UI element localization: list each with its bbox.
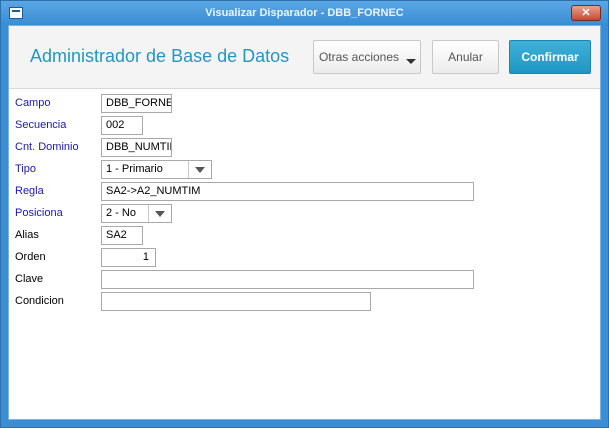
other-actions-button[interactable]: Otras acciones — [313, 40, 421, 74]
regla-label: Regla — [15, 185, 44, 197]
posiciona-select[interactable]: 2 - No — [101, 204, 172, 223]
posiciona-value: 2 - No — [106, 207, 136, 219]
condicion-field[interactable] — [101, 292, 371, 311]
cnt-dominio-field[interactable]: DBB_NUMTIM — [101, 138, 172, 157]
posiciona-label: Posiciona — [15, 207, 63, 219]
alias-label: Alias — [15, 229, 39, 241]
condicion-label: Condicion — [15, 295, 64, 307]
campo-field[interactable]: DBB_FORNEC — [101, 94, 172, 113]
orden-label: Orden — [15, 251, 46, 263]
cancel-button[interactable]: Anular — [432, 40, 499, 74]
tipo-select[interactable]: 1 - Primario — [101, 160, 212, 179]
close-button[interactable]: ✕ — [571, 5, 601, 21]
other-actions-label: Otras acciones — [318, 50, 400, 64]
orden-field[interactable]: 1 — [101, 248, 156, 267]
campo-label: Campo — [15, 97, 51, 109]
secuencia-field[interactable]: 002 — [101, 116, 143, 135]
clave-field[interactable] — [101, 270, 474, 289]
header-bar: Administrador de Base de Datos Otras acc… — [9, 26, 600, 89]
title-bar[interactable]: Visualizar Disparador - DBB_FORNEC ✕ — [1, 1, 608, 25]
clave-label: Clave — [15, 273, 44, 285]
alias-field[interactable]: SA2 — [101, 226, 143, 245]
regla-field[interactable]: SA2->A2_NUMTIM — [101, 182, 474, 201]
trigger-form: Campo DBB_FORNEC Secuencia 002 Cnt. Domi… — [9, 88, 600, 419]
chevron-down-icon[interactable] — [148, 205, 171, 222]
dialog-window: Visualizar Disparador - DBB_FORNEC ✕ Adm… — [0, 0, 609, 428]
caret-down-icon — [406, 59, 416, 64]
chevron-down-icon[interactable] — [188, 161, 211, 178]
window-title: Visualizar Disparador - DBB_FORNEC — [205, 7, 404, 19]
confirm-button[interactable]: Confirmar — [509, 40, 591, 74]
dialog-body: Administrador de Base de Datos Otras acc… — [8, 25, 601, 420]
secuencia-label: Secuencia — [15, 119, 67, 131]
cnt-dominio-label: Cnt. Dominio — [15, 141, 79, 153]
tipo-value: 1 - Primario — [106, 163, 163, 175]
tipo-label: Tipo — [15, 163, 36, 175]
page-title: Administrador de Base de Datos — [30, 46, 290, 66]
